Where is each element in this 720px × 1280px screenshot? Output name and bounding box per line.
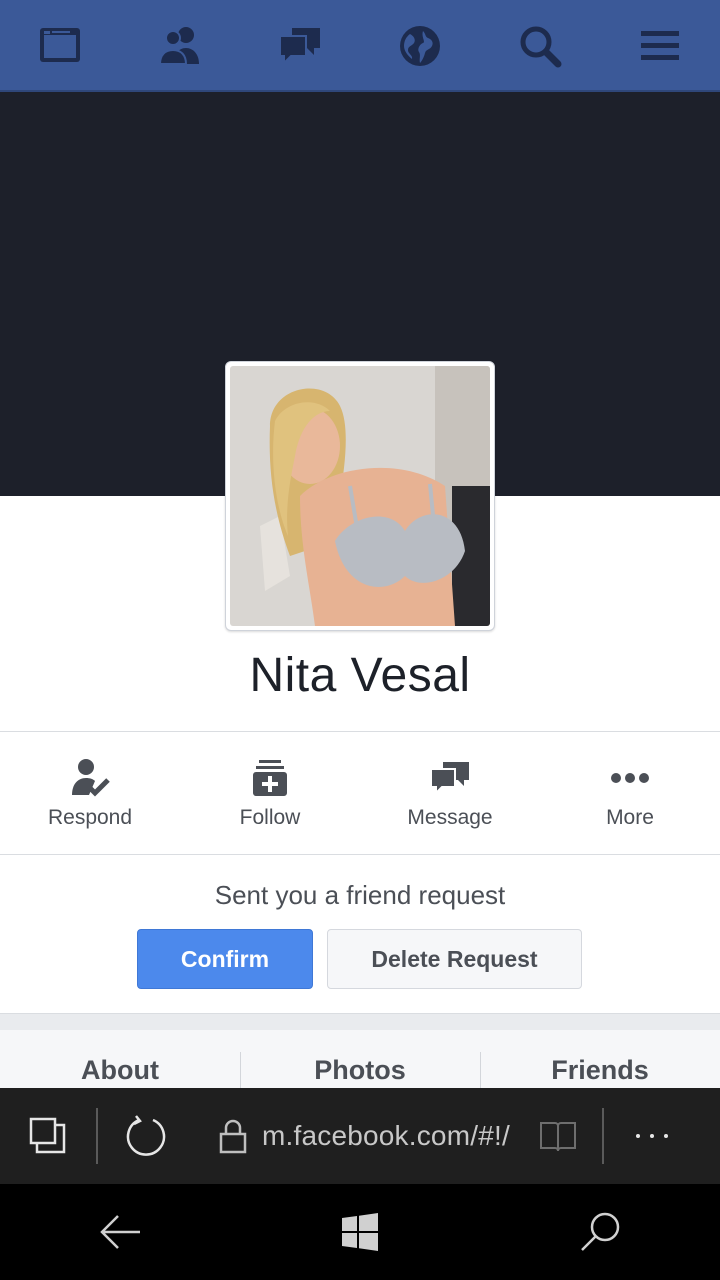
messages-icon (279, 28, 320, 66)
profile-photo (230, 366, 490, 626)
nav-menu[interactable] (600, 0, 720, 92)
confirm-button[interactable]: Confirm (137, 929, 313, 989)
notifications-globe-icon (400, 26, 440, 66)
divider (0, 731, 720, 732)
lock-icon (219, 1119, 247, 1154)
back-icon (100, 1215, 140, 1249)
windows-start-icon (342, 1213, 378, 1251)
more-button[interactable]: More (540, 744, 720, 854)
more-icon (635, 1134, 668, 1138)
browser-address-bar: m.facebook.com/#!/ (0, 1088, 720, 1184)
respond-icon (72, 759, 110, 797)
profile-actions: Respond Follow Message More (0, 744, 720, 854)
follow-icon (253, 760, 287, 796)
respond-button[interactable]: Respond (0, 744, 180, 854)
profile-picture[interactable] (225, 361, 495, 631)
search-icon (581, 1212, 620, 1251)
tab-friends[interactable]: Friends (480, 1030, 720, 1088)
refresh-icon (126, 1115, 166, 1156)
nav-notifications[interactable] (360, 0, 480, 92)
browser-more-button[interactable] (604, 1088, 700, 1184)
tabs-separator (0, 1014, 720, 1030)
reading-view-icon (539, 1122, 576, 1152)
reading-view-button[interactable] (526, 1088, 590, 1184)
tabs-button[interactable] (0, 1088, 96, 1184)
nav-search[interactable] (480, 0, 600, 92)
tab-about[interactable]: About (0, 1030, 240, 1088)
more-icon (611, 773, 649, 783)
search-button[interactable] (540, 1184, 660, 1280)
delete-request-button[interactable]: Delete Request (327, 929, 582, 989)
search-icon (520, 26, 562, 68)
friend-request-text: Sent you a friend request (214, 880, 506, 910)
news-feed-icon (40, 28, 80, 62)
follow-label: Follow (239, 806, 301, 829)
nav-friend-requests[interactable] (120, 0, 240, 92)
back-button[interactable] (60, 1184, 180, 1280)
respond-label: Respond (47, 806, 133, 829)
start-button[interactable] (300, 1184, 420, 1280)
refresh-button[interactable] (98, 1088, 194, 1184)
follow-button[interactable]: Follow (180, 744, 360, 854)
profile-name: Nita Vesal (249, 649, 471, 702)
tabs-icon (29, 1117, 66, 1154)
security-lock[interactable] (204, 1088, 262, 1184)
friend-requests-icon (158, 27, 199, 65)
profile-tabs: About Photos Friends (0, 1030, 720, 1088)
url-field[interactable]: m.facebook.com/#!/ (262, 1120, 510, 1152)
top-navigation-bar (0, 0, 720, 92)
menu-icon (641, 31, 679, 60)
message-label: Message (407, 806, 493, 829)
nav-news-feed[interactable] (0, 0, 120, 92)
nav-messages[interactable] (240, 0, 360, 92)
more-label: More (606, 806, 654, 829)
message-icon (430, 762, 469, 796)
divider (0, 854, 720, 855)
tab-photos[interactable]: Photos (240, 1030, 480, 1088)
message-button[interactable]: Message (360, 744, 540, 854)
phone-navigation-bar (0, 1184, 720, 1280)
